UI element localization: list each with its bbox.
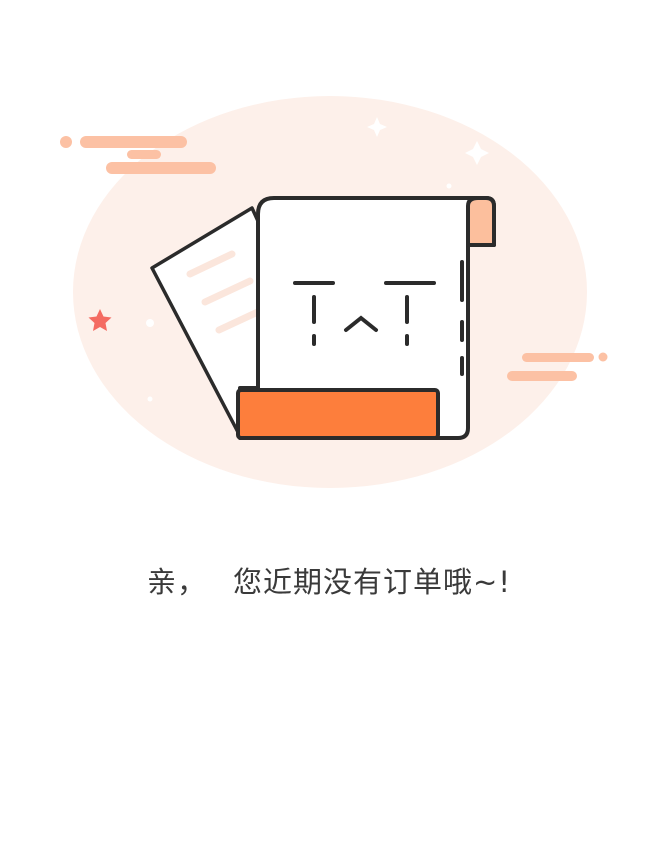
front-document (236, 196, 496, 440)
empty-orders-state: 亲， 您近期没有订单哦~! (0, 0, 658, 847)
empty-orders-illustration (60, 96, 608, 488)
empty-orders-message: 亲， 您近期没有订单哦~! (0, 560, 658, 604)
message-greeting: 亲， (147, 565, 208, 599)
document-orange-band (236, 388, 440, 440)
message-text: 您近期没有订单哦~! (233, 565, 511, 599)
